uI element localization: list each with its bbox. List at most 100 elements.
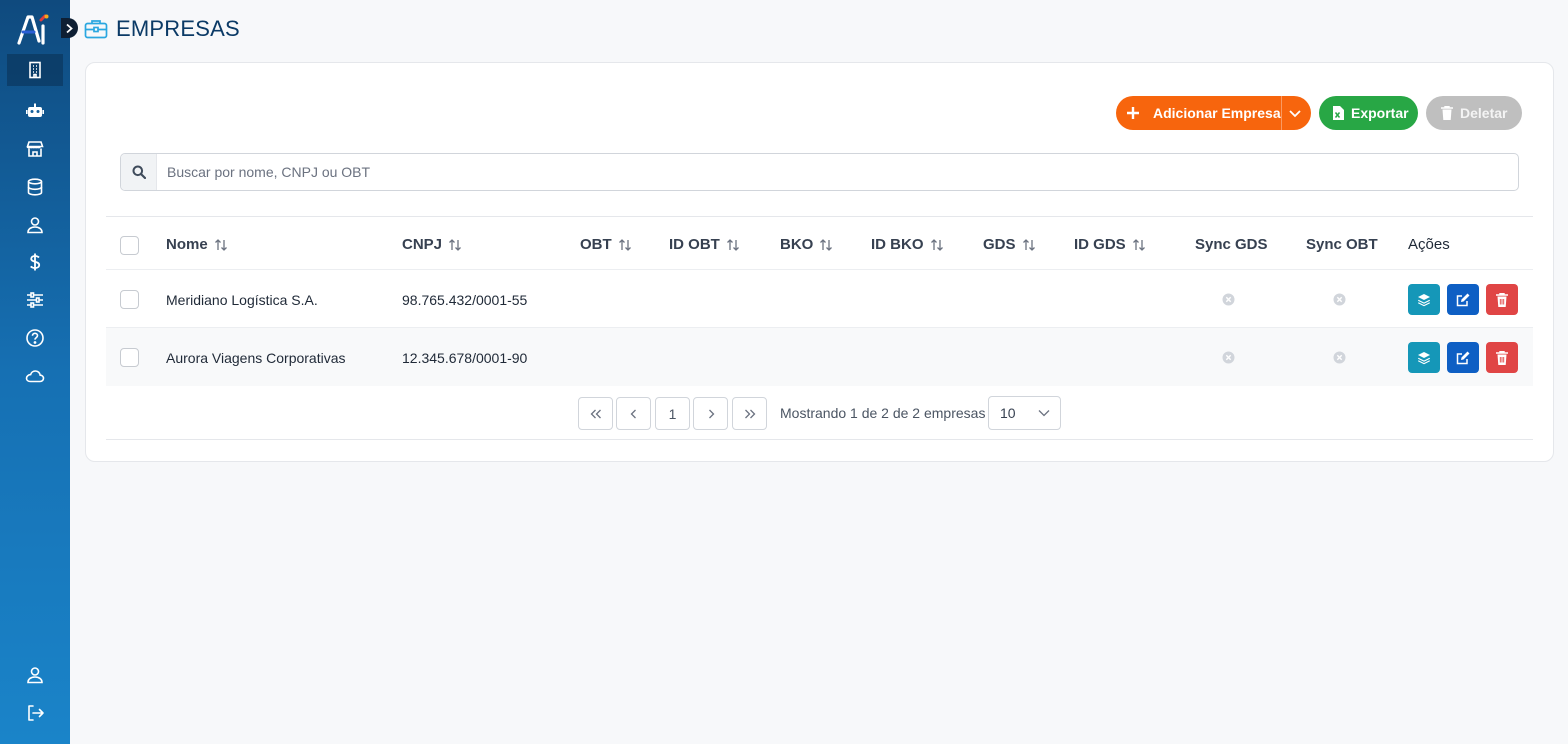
column-label: GDS [983, 236, 1016, 253]
button-divider [1281, 96, 1282, 130]
logout-icon [28, 705, 44, 721]
chevron-right-icon [66, 23, 73, 33]
page-1-button[interactable]: 1 [655, 397, 690, 430]
next-page-button[interactable] [693, 397, 728, 430]
pagination-info: Mostrando 1 de 2 de 2 empresas [780, 405, 986, 421]
sort-icon [726, 238, 739, 251]
column-header-obt[interactable]: OBT [580, 236, 632, 253]
sidebar-expand-button[interactable] [61, 18, 78, 38]
chevrons-right-icon [744, 409, 755, 418]
sidebar [0, 0, 70, 744]
column-label: Sync OBT [1306, 236, 1378, 253]
table-top-border [106, 216, 1533, 217]
column-header-id-gds[interactable]: ID GDS [1074, 236, 1146, 253]
sync-gds-off-icon [1222, 293, 1235, 306]
column-label: ID BKO [871, 236, 924, 253]
user-icon [27, 217, 43, 234]
cell-cnpj: 12.345.678/0001-90 [402, 350, 528, 366]
last-page-button[interactable] [732, 397, 767, 430]
page-header: EMPRESAS [84, 14, 240, 44]
column-header-bko[interactable]: BKO [780, 236, 833, 253]
export-button[interactable]: Exportar [1319, 96, 1418, 130]
previous-page-button[interactable] [616, 397, 651, 430]
column-label: ID GDS [1074, 236, 1126, 253]
sidebar-item-logout[interactable] [7, 697, 63, 729]
column-label: Sync GDS [1195, 236, 1268, 253]
sidebar-item-users[interactable] [7, 209, 63, 241]
search-icon [132, 165, 146, 179]
sync-gds-off-icon [1222, 351, 1235, 364]
sidebar-item-database[interactable] [7, 171, 63, 203]
column-header-cnpj[interactable]: CNPJ [402, 236, 462, 253]
column-header-actions: Ações [1408, 236, 1450, 253]
sort-icon [618, 238, 631, 251]
sidebar-item-robot[interactable] [7, 95, 63, 127]
cell-nome: Aurora Viagens Corporativas [166, 350, 346, 366]
edit-button[interactable] [1447, 342, 1479, 373]
sort-icon [449, 238, 461, 251]
sort-icon [820, 238, 833, 251]
sync-obt-off-icon [1333, 351, 1346, 364]
cloud-icon [25, 370, 45, 383]
chevron-down-icon [1038, 410, 1050, 417]
dollar-icon [30, 253, 41, 271]
column-header-sync-gds: Sync GDS [1195, 236, 1268, 253]
delete-label: Deletar [1460, 105, 1508, 121]
export-label: Exportar [1351, 105, 1409, 121]
trash-icon [1496, 292, 1508, 307]
column-header-nome[interactable]: Nome [166, 236, 228, 253]
briefcase-icon [84, 20, 108, 39]
page-size-value: 10 [1000, 405, 1016, 421]
plus-icon [1127, 107, 1139, 119]
chevron-left-icon [630, 409, 636, 418]
companies-card: Adicionar Empresa Exportar Deletar Nome … [85, 62, 1554, 462]
page-title: EMPRESAS [116, 16, 240, 41]
delete-row-button[interactable] [1486, 342, 1518, 373]
column-label: OBT [580, 236, 612, 253]
sidebar-item-cloud[interactable] [7, 360, 63, 392]
search-bar [120, 153, 1519, 191]
trash-icon [1441, 106, 1453, 120]
sort-icon [930, 238, 943, 251]
trash-icon [1496, 350, 1508, 365]
store-icon [26, 141, 44, 157]
sidebar-item-help[interactable] [7, 322, 63, 354]
sync-obt-off-icon [1333, 293, 1346, 306]
sidebar-item-empresas[interactable] [7, 54, 63, 86]
search-icon-box [121, 154, 157, 190]
sort-icon [1132, 238, 1145, 251]
search-input[interactable] [157, 154, 1518, 190]
sidebar-item-store[interactable] [7, 133, 63, 165]
page-size-select[interactable]: 10 [988, 396, 1061, 430]
app-logo[interactable] [17, 13, 51, 45]
sidebar-item-profile[interactable] [7, 659, 63, 691]
sidebar-item-finance[interactable] [7, 246, 63, 278]
first-page-button[interactable] [578, 397, 613, 430]
column-label: CNPJ [402, 236, 443, 253]
column-header-sync-obt: Sync OBT [1306, 236, 1378, 253]
layers-button[interactable] [1408, 342, 1440, 373]
sort-icon [214, 238, 227, 251]
chevrons-left-icon [590, 409, 601, 418]
select-all-checkbox[interactable] [120, 236, 139, 255]
column-label: ID OBT [669, 236, 720, 253]
chevron-down-icon[interactable] [1287, 105, 1303, 121]
table-row [106, 270, 1533, 328]
delete-button[interactable]: Deletar [1426, 96, 1522, 130]
column-header-gds[interactable]: GDS [983, 236, 1036, 253]
delete-row-button[interactable] [1486, 284, 1518, 315]
edit-button[interactable] [1447, 284, 1479, 315]
add-company-button[interactable]: Adicionar Empresa [1116, 96, 1311, 130]
column-header-id-bko[interactable]: ID BKO [871, 236, 944, 253]
add-company-label: Adicionar Empresa [1153, 105, 1281, 121]
column-header-id-obt[interactable]: ID OBT [669, 236, 740, 253]
sliders-icon [27, 292, 43, 308]
sidebar-item-settings[interactable] [7, 284, 63, 316]
layers-icon [1418, 293, 1430, 306]
excel-file-icon [1333, 106, 1344, 120]
column-label: Ações [1408, 236, 1450, 253]
help-icon [26, 329, 44, 347]
row-checkbox[interactable] [120, 290, 139, 309]
row-checkbox[interactable] [120, 348, 139, 367]
layers-button[interactable] [1408, 284, 1440, 315]
